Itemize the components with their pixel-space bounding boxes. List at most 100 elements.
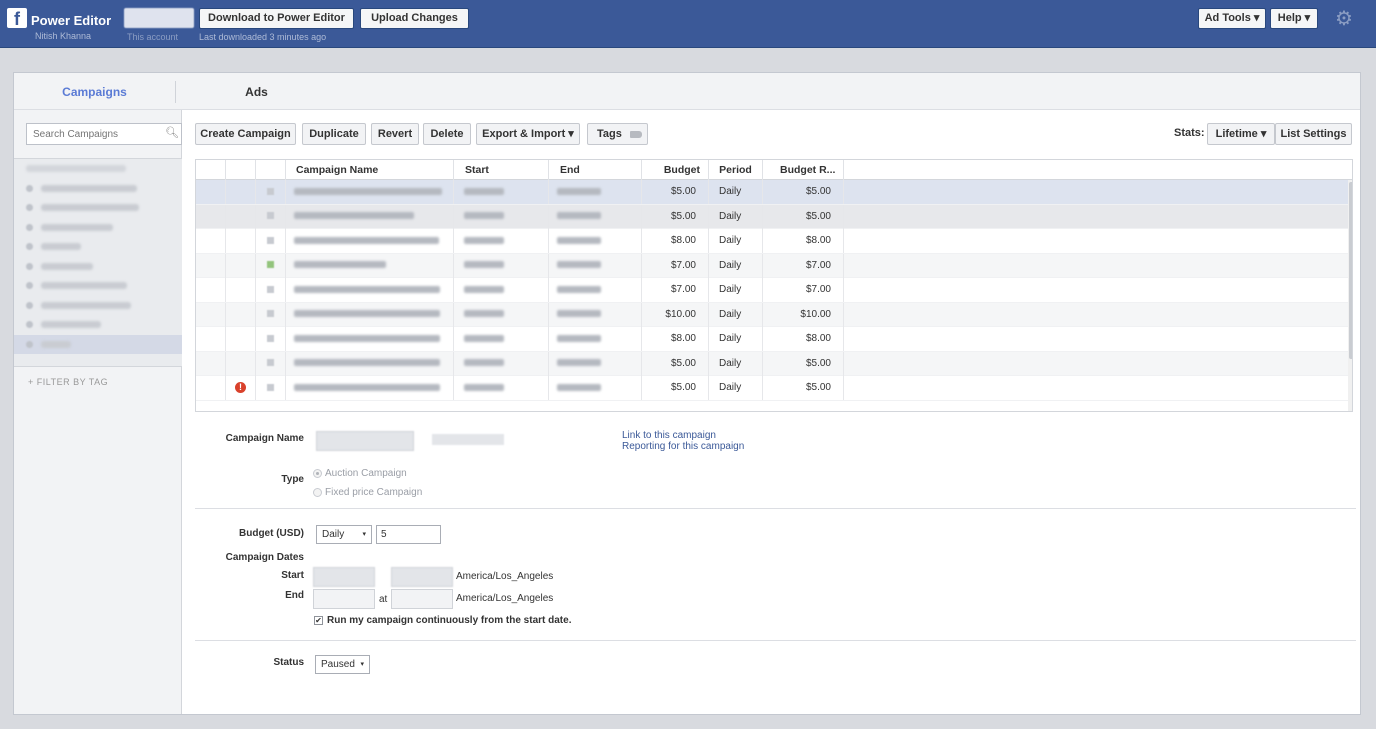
period-cell[interactable]: Daily bbox=[709, 302, 763, 327]
budget-cell[interactable]: $8.00 bbox=[642, 229, 709, 253]
list-item[interactable] bbox=[14, 237, 182, 257]
tab-campaigns[interactable]: Campaigns bbox=[14, 73, 175, 110]
table-cell[interactable] bbox=[256, 376, 286, 400]
col-period[interactable]: Period bbox=[709, 160, 763, 180]
period-cell[interactable]: Daily bbox=[709, 278, 763, 302]
table-cell[interactable] bbox=[196, 180, 226, 204]
list-item[interactable] bbox=[14, 276, 182, 296]
table-cell[interactable] bbox=[549, 302, 642, 327]
col-budget-remaining[interactable]: Budget R... bbox=[763, 160, 844, 180]
table-cell[interactable] bbox=[454, 376, 549, 400]
table-cell[interactable] bbox=[256, 302, 286, 327]
list-item[interactable] bbox=[14, 179, 182, 199]
table-cell[interactable] bbox=[286, 302, 454, 327]
table-cell[interactable] bbox=[226, 253, 256, 278]
table-cell[interactable] bbox=[286, 253, 454, 278]
table-row[interactable]: $7.00 Daily $7.00 bbox=[196, 253, 1349, 278]
table-cell[interactable] bbox=[286, 351, 454, 376]
budget-cell[interactable]: $7.00 bbox=[642, 278, 709, 302]
revert-button[interactable]: Revert bbox=[371, 123, 419, 145]
filter-by-tag-link[interactable]: + FILTER BY TAG bbox=[28, 377, 108, 387]
table-cell[interactable]: ! bbox=[226, 376, 256, 400]
budget-period-select[interactable]: Daily ▾ bbox=[316, 525, 372, 544]
table-cell[interactable] bbox=[549, 376, 642, 400]
budget-cell[interactable]: $5.00 bbox=[642, 351, 709, 376]
table-row[interactable]: $5.00 Daily $5.00 bbox=[196, 204, 1349, 229]
table-cell[interactable] bbox=[256, 351, 286, 376]
table-cell[interactable] bbox=[549, 204, 642, 229]
budget-remaining-cell[interactable]: $8.00 bbox=[763, 229, 844, 253]
table-cell[interactable] bbox=[256, 229, 286, 253]
table-cell[interactable] bbox=[256, 204, 286, 229]
table-cell[interactable] bbox=[226, 302, 256, 327]
col-budget[interactable]: Budget bbox=[642, 160, 709, 180]
list-item[interactable] bbox=[14, 159, 182, 179]
table-cell[interactable] bbox=[286, 180, 454, 204]
table-cell[interactable] bbox=[226, 204, 256, 229]
table-cell[interactable] bbox=[549, 351, 642, 376]
table-cell[interactable] bbox=[196, 302, 226, 327]
budget-remaining-cell[interactable]: $8.00 bbox=[763, 327, 844, 351]
run-continuously-checkbox[interactable]: ✔ bbox=[314, 616, 323, 625]
tags-button[interactable]: Tags bbox=[587, 123, 648, 145]
period-cell[interactable]: Daily bbox=[709, 253, 763, 278]
lifetime-dropdown[interactable]: Lifetime ▾ bbox=[1207, 123, 1275, 145]
delete-button[interactable]: Delete bbox=[423, 123, 471, 145]
table-row[interactable]: $5.00 Daily $5.00 bbox=[196, 180, 1349, 205]
table-cell[interactable] bbox=[196, 229, 226, 253]
col-campaign-name[interactable]: Campaign Name bbox=[286, 160, 454, 180]
table-cell[interactable] bbox=[196, 327, 226, 351]
period-cell[interactable]: Daily bbox=[709, 327, 763, 351]
link-to-campaign[interactable]: Link to this campaign bbox=[622, 430, 716, 441]
col-select[interactable] bbox=[196, 160, 226, 180]
col-status[interactable] bbox=[226, 160, 256, 180]
table-cell[interactable] bbox=[454, 204, 549, 229]
table-cell[interactable] bbox=[196, 204, 226, 229]
period-cell[interactable]: Daily bbox=[709, 204, 763, 229]
list-settings-button[interactable]: List Settings bbox=[1275, 123, 1352, 145]
budget-cell[interactable]: $5.00 bbox=[642, 204, 709, 229]
budget-amount-input[interactable]: 5 bbox=[376, 525, 441, 544]
table-cell[interactable] bbox=[196, 253, 226, 278]
table-cell[interactable] bbox=[454, 253, 549, 278]
list-item[interactable] bbox=[14, 198, 182, 218]
table-cell[interactable] bbox=[226, 229, 256, 253]
account-selector[interactable] bbox=[124, 8, 194, 28]
table-row[interactable]: ! $5.00 Daily $5.00 bbox=[196, 376, 1349, 401]
gear-icon[interactable]: ⚙ bbox=[1333, 8, 1355, 30]
period-cell[interactable]: Daily bbox=[709, 376, 763, 400]
budget-remaining-cell[interactable]: $5.00 bbox=[763, 376, 844, 400]
table-cell[interactable] bbox=[196, 376, 226, 400]
search-input[interactable] bbox=[26, 123, 182, 145]
table-cell[interactable] bbox=[226, 278, 256, 302]
table-cell[interactable] bbox=[256, 327, 286, 351]
budget-remaining-cell[interactable]: $7.00 bbox=[763, 253, 844, 278]
budget-cell[interactable]: $5.00 bbox=[642, 180, 709, 204]
budget-remaining-cell[interactable]: $5.00 bbox=[763, 204, 844, 229]
list-item[interactable] bbox=[14, 257, 182, 277]
col-icon[interactable] bbox=[256, 160, 286, 180]
table-row[interactable]: $10.00 Daily $10.00 bbox=[196, 302, 1349, 327]
table-cell[interactable] bbox=[226, 180, 256, 204]
budget-cell[interactable]: $5.00 bbox=[642, 376, 709, 400]
download-button[interactable]: Download to Power Editor bbox=[199, 8, 354, 29]
period-cell[interactable]: Daily bbox=[709, 180, 763, 204]
table-cell[interactable] bbox=[256, 253, 286, 278]
col-end[interactable]: End bbox=[549, 160, 642, 180]
fixed-price-radio[interactable]: Fixed price Campaign bbox=[313, 487, 422, 498]
table-cell[interactable] bbox=[286, 327, 454, 351]
reporting-link[interactable]: Reporting for this campaign bbox=[622, 441, 744, 452]
table-cell[interactable] bbox=[549, 278, 642, 302]
table-cell[interactable] bbox=[549, 327, 642, 351]
table-cell[interactable] bbox=[286, 278, 454, 302]
table-cell[interactable] bbox=[454, 351, 549, 376]
table-cell[interactable] bbox=[454, 302, 549, 327]
table-row[interactable]: $8.00 Daily $8.00 bbox=[196, 229, 1349, 254]
budget-remaining-cell[interactable]: $7.00 bbox=[763, 278, 844, 302]
ad-tools-button[interactable]: Ad Tools ▾ bbox=[1198, 8, 1266, 29]
help-button[interactable]: Help ▾ bbox=[1270, 8, 1318, 29]
table-cell[interactable] bbox=[549, 229, 642, 253]
budget-remaining-cell[interactable]: $5.00 bbox=[763, 351, 844, 376]
campaign-name-input[interactable] bbox=[316, 431, 414, 451]
list-item[interactable] bbox=[14, 334, 182, 354]
